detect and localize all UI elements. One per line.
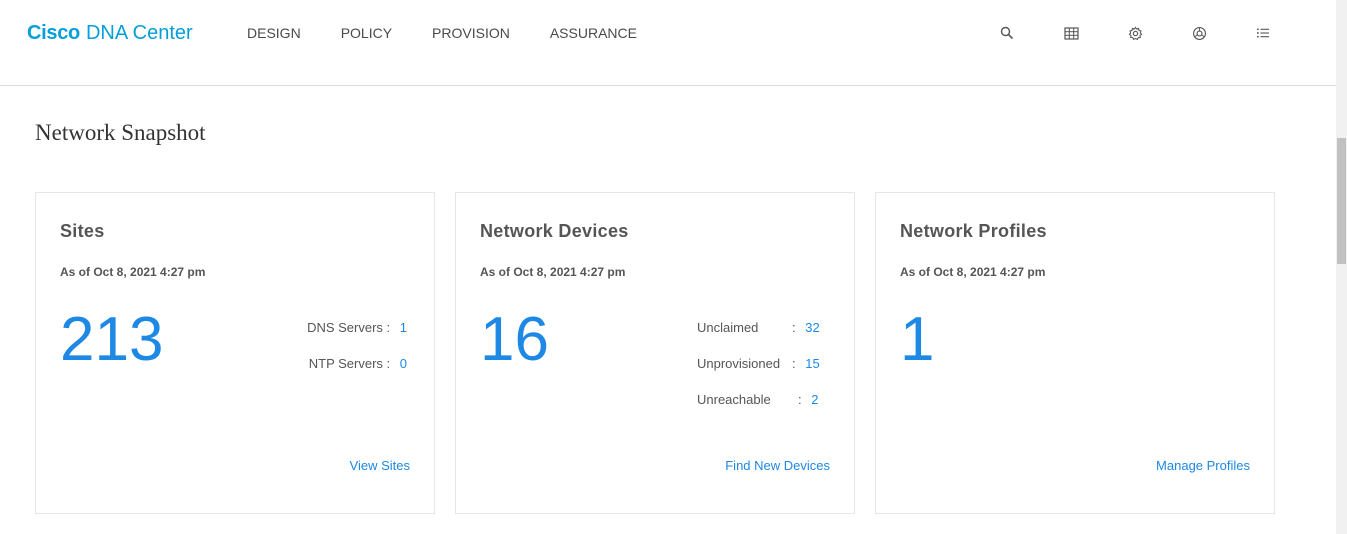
page-title: Network Snapshot: [35, 120, 206, 145]
stat-value[interactable]: 15: [805, 356, 819, 371]
brand-logo[interactable]: Cisco DNA Center: [27, 22, 193, 45]
stat-label: NTP Servers :: [308, 356, 391, 371]
list-icon[interactable]: [1254, 24, 1272, 42]
search-icon[interactable]: [998, 24, 1016, 42]
nav-policy[interactable]: POLICY: [341, 25, 392, 41]
help-circle-icon[interactable]: [1190, 24, 1208, 42]
stat-row: DNS Servers : 1: [307, 320, 407, 356]
stat-value[interactable]: 1: [400, 320, 407, 335]
stat-row: Unreachable: 2: [697, 392, 820, 428]
sites-count: 213: [60, 305, 164, 374]
stat-row: Unclaimed: 32: [697, 320, 820, 356]
card-title: Network Profiles: [900, 221, 1047, 241]
devices-stats: Unclaimed: 32 Unprovisioned: 15 Unreacha…: [697, 320, 820, 428]
stat-label: Unprovisioned: [697, 356, 781, 371]
stat-label: DNS Servers :: [307, 320, 391, 335]
brand-product: DNA Center: [85, 22, 193, 44]
stat-separator: :: [792, 320, 796, 335]
stat-label: Unreachable: [697, 392, 771, 407]
stat-value[interactable]: 2: [811, 392, 818, 407]
stat-row: NTP Servers : 0: [307, 356, 407, 392]
stat-separator: :: [792, 356, 796, 371]
devices-count: 16: [480, 305, 549, 374]
stat-value[interactable]: 32: [805, 320, 819, 335]
header-icons: [998, 24, 1318, 42]
grid-icon[interactable]: [1062, 24, 1080, 42]
stat-row: Unprovisioned: 15: [697, 356, 820, 392]
sites-stats: DNS Servers : 1 NTP Servers : 0: [307, 320, 407, 392]
stat-value[interactable]: 0: [400, 356, 407, 371]
brand-cisco: Cisco: [27, 22, 80, 44]
nav-design[interactable]: DESIGN: [247, 25, 301, 41]
gear-icon[interactable]: [1126, 24, 1144, 42]
card-date: As of Oct 8, 2021 4:27 pm: [480, 265, 626, 279]
sites-card: Sites As of Oct 8, 2021 4:27 pm 213 DNS …: [35, 192, 435, 514]
manage-profiles-link[interactable]: Manage Profiles: [1156, 458, 1250, 473]
nav-assurance[interactable]: ASSURANCE: [550, 25, 637, 41]
card-date: As of Oct 8, 2021 4:27 pm: [60, 265, 206, 279]
card-date: As of Oct 8, 2021 4:27 pm: [900, 265, 1046, 279]
top-navigation-bar: Cisco DNA Center DESIGN POLICY PROVISION …: [0, 0, 1336, 86]
network-profiles-card: Network Profiles As of Oct 8, 2021 4:27 …: [875, 192, 1275, 514]
main-nav: DESIGN POLICY PROVISION ASSURANCE: [247, 25, 677, 41]
scrollbar-thumb[interactable]: [1337, 138, 1346, 264]
stat-label: Unclaimed: [697, 320, 759, 335]
card-title: Sites: [60, 221, 105, 241]
network-devices-card: Network Devices As of Oct 8, 2021 4:27 p…: [455, 192, 855, 514]
view-sites-link[interactable]: View Sites: [350, 458, 410, 473]
stat-separator: :: [798, 392, 802, 407]
profiles-count: 1: [900, 305, 935, 374]
find-new-devices-link[interactable]: Find New Devices: [725, 458, 830, 473]
vertical-scrollbar[interactable]: [1336, 0, 1347, 534]
card-title: Network Devices: [480, 221, 629, 241]
nav-provision[interactable]: PROVISION: [432, 25, 510, 41]
